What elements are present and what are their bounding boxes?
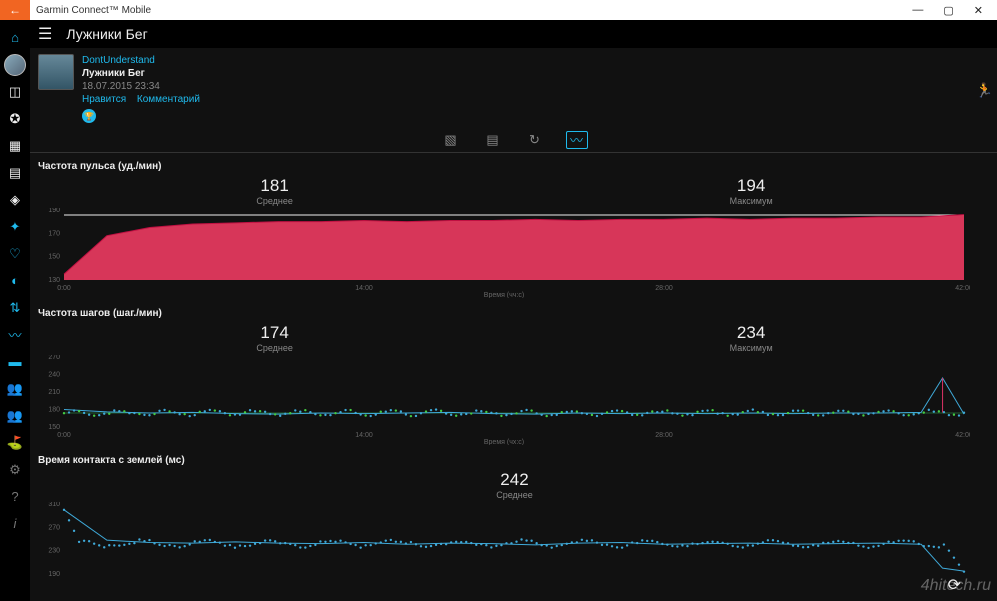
news-icon[interactable]: ▤	[0, 159, 30, 186]
gct-chart: 190 230 270 310	[38, 502, 970, 580]
gct-avg-value: 242	[496, 470, 533, 490]
stats-icon[interactable]: 〰	[0, 321, 30, 348]
activity-icon[interactable]: ✦	[0, 213, 30, 240]
tab-laps[interactable]: ↻	[524, 131, 546, 149]
calendar-icon[interactable]: ▦	[0, 132, 30, 159]
svg-text:310: 310	[48, 502, 60, 508]
snapshots-icon[interactable]: ◫	[0, 78, 30, 105]
svg-text:14:00: 14:00	[355, 285, 373, 292]
settings-icon[interactable]: ⚙	[0, 456, 30, 483]
hr-section: Частота пульса (уд./мин) 181 Среднее 194…	[30, 153, 997, 300]
activity-card: DontUnderstand Лужники Бег 18.07.2015 23…	[30, 48, 997, 127]
svg-text:14:00: 14:00	[355, 432, 373, 439]
minimize-button[interactable]: —	[912, 4, 923, 17]
svg-text:42:00: 42:00	[955, 285, 970, 292]
groups-icon[interactable]: 👥	[0, 402, 30, 429]
trophy-badge[interactable]: 🏆	[82, 109, 96, 123]
info-icon[interactable]: i	[0, 510, 30, 537]
detail-tabs: ▧ ▤ ↻ 〰	[30, 127, 997, 153]
svg-text:28:00: 28:00	[655, 432, 673, 439]
svg-text:150: 150	[48, 254, 60, 261]
activity-datetime: 18.07.2015 23:34	[82, 80, 208, 93]
heart-icon[interactable]: ♡	[0, 240, 30, 267]
svg-text:190: 190	[48, 208, 60, 214]
main-content: ☰ Лужники Бег DontUnderstand Лужники Бег…	[30, 20, 997, 601]
tab-summary[interactable]: ▤	[482, 131, 504, 149]
hr-max-value: 194	[730, 176, 773, 196]
svg-text:Время (чч:с): Время (чч:с)	[484, 292, 524, 298]
window-titlebar: ← Garmin Connect™ Mobile — ▢ ✕	[0, 0, 997, 20]
cadence-max-label: Максимум	[730, 343, 773, 353]
hr-title: Частота пульса (уд./мин)	[38, 161, 991, 172]
charts-scroll[interactable]: Частота пульса (уд./мин) 181 Среднее 194…	[30, 153, 997, 601]
cadence-chart: 150 180 210 240 270 0:00 14:00 28:00 42:00 Время …	[38, 355, 970, 445]
cadence-section: Частота шагов (шаг./мин) 174 Среднее 234…	[30, 300, 997, 447]
maximize-button[interactable]: ▢	[943, 4, 953, 17]
svg-text:0:00: 0:00	[57, 285, 71, 292]
svg-text:0:00: 0:00	[57, 432, 71, 439]
avatar[interactable]	[0, 51, 30, 78]
gct-title: Время контакта с землей (мс)	[38, 455, 991, 466]
cadence-avg-label: Среднее	[256, 343, 293, 353]
svg-text:28:00: 28:00	[655, 285, 673, 292]
svg-text:150: 150	[48, 424, 60, 431]
svg-text:130: 130	[48, 277, 60, 284]
svg-text:190: 190	[48, 571, 60, 578]
page-title: Лужники Бег	[66, 26, 147, 42]
user-link[interactable]: DontUnderstand	[82, 54, 208, 67]
back-button[interactable]: ←	[0, 0, 30, 20]
help-icon[interactable]: ?	[0, 483, 30, 510]
svg-text:240: 240	[48, 372, 60, 379]
svg-text:Время (чх:с): Время (чх:с)	[484, 439, 524, 445]
comment-link[interactable]: Комментарий	[137, 94, 200, 105]
svg-text:42:00: 42:00	[955, 432, 970, 439]
sleep-icon[interactable]: ◐	[0, 267, 30, 294]
svg-text:270: 270	[48, 524, 60, 531]
activity-photo[interactable]	[38, 54, 74, 90]
device-icon[interactable]: ⌂	[0, 24, 30, 51]
cadence-avg-value: 174	[256, 323, 293, 343]
svg-text:180: 180	[48, 407, 60, 414]
svg-text:210: 210	[48, 389, 60, 396]
gct-section: Время контакта с землей (мс) 242 Среднее…	[30, 447, 997, 582]
hr-avg-label: Среднее	[256, 196, 293, 206]
leaderboard-icon[interactable]: ✪	[0, 105, 30, 132]
cadence-title: Частота шагов (шаг./мин)	[38, 308, 991, 319]
close-button[interactable]: ✕	[974, 4, 983, 17]
runner-icon: 🏃	[976, 82, 993, 99]
tab-charts[interactable]: 〰	[566, 131, 588, 149]
window-title: Garmin Connect™ Mobile	[30, 5, 912, 16]
insights-icon[interactable]: ◈	[0, 186, 30, 213]
app-header: ☰ Лужники Бег	[30, 20, 997, 48]
watermark: 4hitech.ru	[921, 577, 991, 595]
sidebar: ⌂ ◫ ✪ ▦ ▤ ◈ ✦ ♡ ◐ ⇅ 〰 ▬ 👥 👥 ⛳ ⚙ ? i	[0, 20, 30, 601]
connections-icon[interactable]: 👥	[0, 375, 30, 402]
hr-max-label: Максимум	[730, 196, 773, 206]
hr-chart: 130 150 170 190 0:00 14:00 28:00 42:00 Время (чч…	[38, 208, 970, 298]
like-link[interactable]: Нравится	[82, 94, 126, 105]
svg-text:170: 170	[48, 230, 60, 237]
svg-text:270: 270	[48, 355, 60, 361]
hr-avg-value: 181	[256, 176, 293, 196]
activity-name: Лужники Бег	[82, 67, 208, 80]
golf-icon[interactable]: ⛳	[0, 429, 30, 456]
tab-map[interactable]: ▧	[440, 131, 462, 149]
menu-button[interactable]: ☰	[38, 24, 52, 44]
gear-shoe-icon[interactable]: ▬	[0, 348, 30, 375]
cadence-max-value: 234	[730, 323, 773, 343]
gct-avg-label: Среднее	[496, 490, 533, 500]
svg-text:230: 230	[48, 548, 60, 555]
steps-icon[interactable]: ⇅	[0, 294, 30, 321]
